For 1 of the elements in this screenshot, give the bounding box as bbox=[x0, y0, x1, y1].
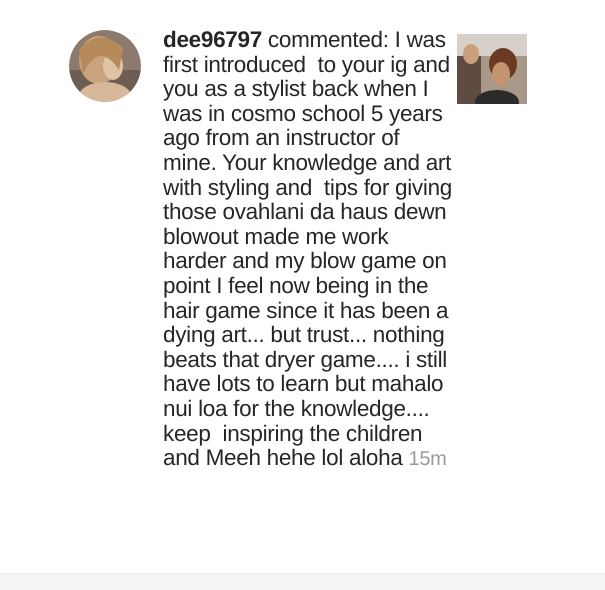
comment-text: dee96797 commented: I was first introduced to your ig and you as a stylist back when I was in cosmo school 5 years ago from an instructor of mine. Your knowledge and art with styling and tips for giving those ovahlani da haus dewn blowout made me work harder and my blow game on point I feel now being in the hair game since it has been a dying art... but trust... nothing beats that dryer game.... i still have lots to learn but mahalo nui loa for the knowledge.... keep inspiring the children and Meeh hehe lol aloha 15m bbox=[163, 28, 453, 472]
